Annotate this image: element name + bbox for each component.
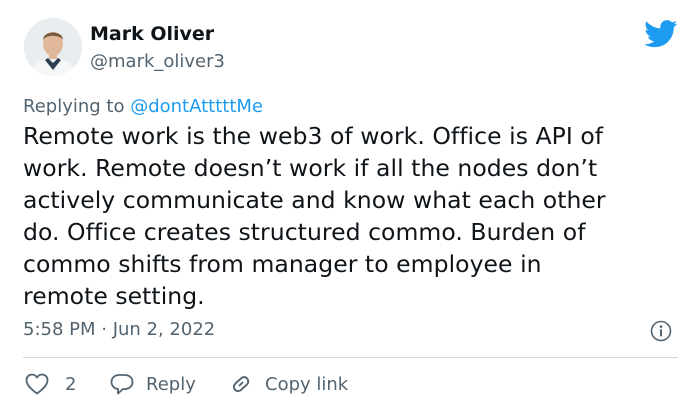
tweet-text-line: do. Office creates structured commo. Bur… <box>23 218 586 246</box>
avatar[interactable] <box>24 18 82 76</box>
tweet-card: Mark Oliver @mark_oliver3 Replying to @d… <box>0 0 700 408</box>
reply-mention-link[interactable]: @dontAtttttMe <box>130 96 263 117</box>
info-icon[interactable] <box>650 320 672 342</box>
reply-label: Reply <box>146 373 196 395</box>
like-button[interactable]: 2 <box>25 370 76 398</box>
link-icon <box>232 376 250 393</box>
tweet-text-line: Remote work is the web3 of work. Office … <box>23 122 604 150</box>
tweet-timestamp[interactable]: 5:58 PM · Jun 2, 2022 <box>23 319 215 340</box>
reply-context-prefix: Replying to <box>23 96 131 117</box>
author-display-name[interactable]: Mark Oliver <box>90 23 214 45</box>
reply-context: Replying to @dontAtttttMe <box>23 96 263 117</box>
like-count: 2 <box>65 373 77 395</box>
copy-link-label: Copy link <box>265 373 349 395</box>
divider <box>23 357 678 358</box>
copy-link-button[interactable]: Copy link <box>229 370 348 398</box>
twitter-bird-icon[interactable] <box>644 20 678 48</box>
tweet-text: Remote work is the web3 of work. Office … <box>23 120 683 312</box>
tweet-text-line: actively communicate and know what each … <box>23 186 606 214</box>
tweet-text-line: remote setting. <box>23 282 205 310</box>
tweet-text-line: commo shifts from manager to employee in <box>23 250 542 278</box>
heart-icon <box>25 373 49 395</box>
reply-button[interactable]: Reply <box>110 370 196 398</box>
author-handle[interactable]: @mark_oliver3 <box>90 51 225 72</box>
speech-bubble-icon <box>110 374 134 395</box>
tweet-text-line: work. Remote doesn’t work if all the nod… <box>23 154 598 182</box>
